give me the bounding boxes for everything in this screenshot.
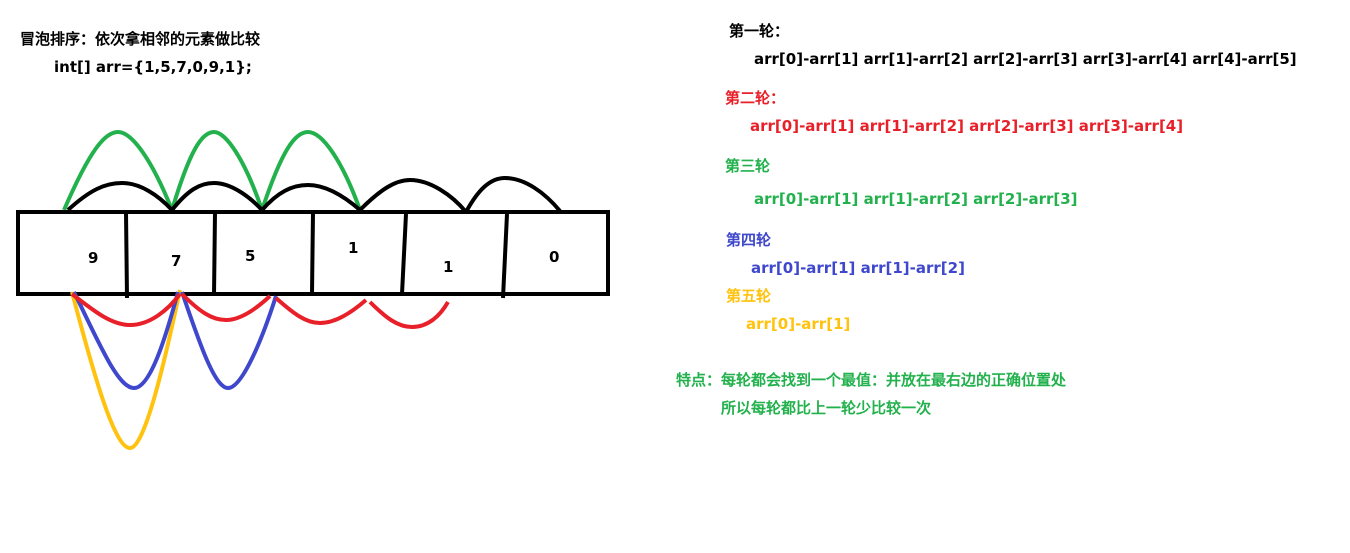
round-4-title: 第四轮 [726,231,772,249]
black-arc-4-5 [464,175,562,213]
array-cell-2: 5 [245,247,255,265]
feature-note-line-2: 所以每轮都比上一轮少比较一次 [721,399,932,417]
round-5-title: 第五轮 [726,287,772,305]
array-cell-0: 9 [88,249,98,267]
array-cell-4: 1 [443,258,453,276]
array-cell-1: 7 [171,252,181,270]
round-3-comparisons: arr[0]-arr[1] arr[1]-arr[2] arr[2]-arr[3… [754,190,1078,208]
black-arc-0-1 [66,180,174,212]
black-arc-1-2 [170,180,264,212]
black-arc-3-4 [358,177,468,214]
feature-note-line-1: 特点：每轮都会找到一个最值：并放在最右边的正确位置处 [676,371,1067,389]
cell-divider-4 [400,213,408,295]
black-arc-2-3 [260,182,362,212]
bubble-sort-diagram: 9 7 5 1 1 0 [16,129,610,451]
cell-divider-2 [212,211,217,297]
cell-divider-5 [501,213,509,299]
round-2-comparisons: arr[0]-arr[1] arr[1]-arr[2] arr[2]-arr[3… [750,117,1184,135]
cell-divider-3 [310,211,315,295]
round-1-title: 第一轮： [729,22,790,40]
round-5-comparisons: arr[0]-arr[1] [746,315,851,333]
array-cell-3: 1 [348,239,358,257]
round-4-comparisons: arr[0]-arr[1] arr[1]-arr[2] [751,259,965,277]
red-arc-1-2 [180,292,272,323]
red-arc-2-3 [274,296,368,326]
red-arc-3-4 [368,300,450,330]
round-1-comparisons: arr[0]-arr[1] arr[1]-arr[2] arr[2]-arr[3… [754,50,1297,68]
cell-divider-1 [124,211,129,299]
round-2-title: 第二轮： [725,89,786,107]
round-3-title: 第三轮 [725,157,771,175]
array-cell-5: 0 [549,248,559,266]
